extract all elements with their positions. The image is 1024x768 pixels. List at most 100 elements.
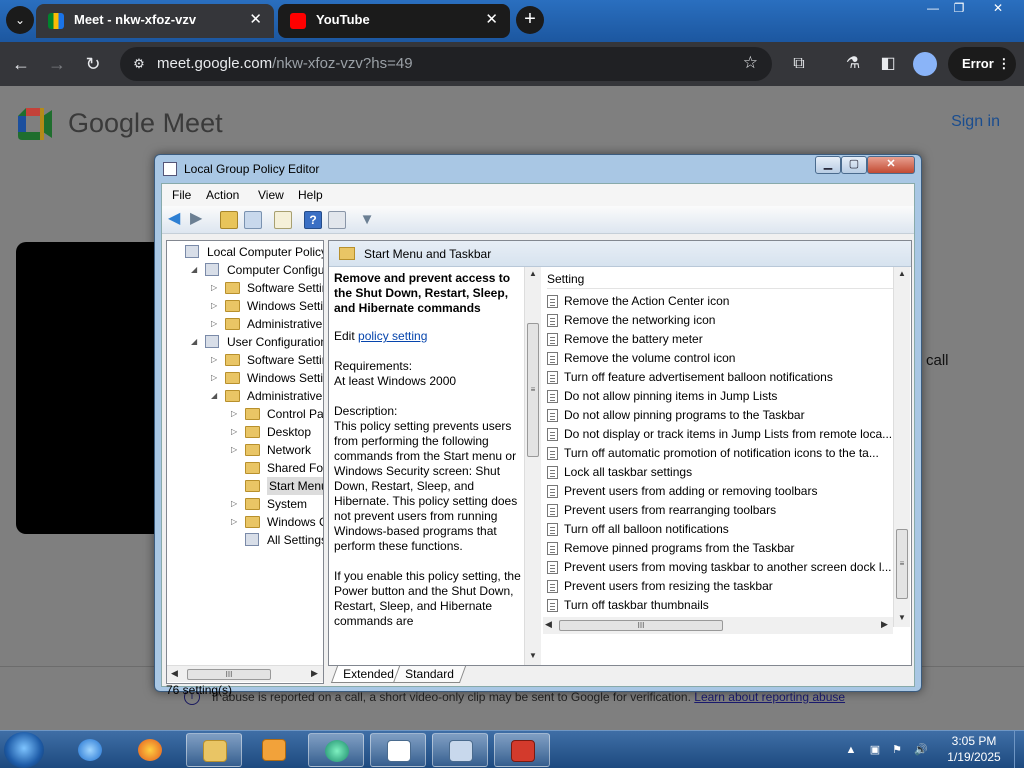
setting-row[interactable]: Lock all taskbar settings <box>547 463 893 482</box>
expand-arrow-icon[interactable]: ▷ <box>211 279 221 297</box>
expand-arrow-icon[interactable]: ▷ <box>231 423 241 441</box>
scroll-up-arrow-icon[interactable]: ▲ <box>529 269 537 278</box>
expand-arrow-icon[interactable]: ▷ <box>231 495 241 513</box>
scroll-right-arrow-icon[interactable]: ▶ <box>311 668 318 679</box>
expand-arrow-icon[interactable]: ▷ <box>231 405 241 423</box>
setting-row[interactable]: Remove the Action Center icon <box>547 292 893 311</box>
setting-row[interactable]: Prevent users from moving taskbar to ano… <box>547 558 893 577</box>
maximize-button[interactable]: ▢ <box>841 156 867 174</box>
start-button-windows-icon[interactable] <box>4 732 44 768</box>
network-tray-icon[interactable]: ▣ <box>868 743 882 757</box>
reload-icon[interactable]: ↻ <box>80 51 106 77</box>
setting-row[interactable]: Turn off feature advertisement balloon n… <box>547 368 893 387</box>
back-arrow-icon[interactable]: ← <box>8 51 34 77</box>
setting-row[interactable]: Do not allow pinning items in Jump Lists <box>547 387 893 406</box>
scroll-down-arrow-icon[interactable]: ▼ <box>529 651 537 660</box>
taskbar-media-player[interactable] <box>246 733 302 767</box>
setting-row[interactable]: Prevent users from adding or removing to… <box>547 482 893 501</box>
taskbar-clock[interactable]: 3:05 PM 1/19/2025 <box>936 733 1012 765</box>
menu-action[interactable]: Action <box>206 188 239 202</box>
taskbar-chrome-like-app[interactable] <box>308 733 364 767</box>
description-vertical-scrollbar[interactable]: ▲ ≡ ▼ <box>524 267 541 665</box>
export-list-icon[interactable] <box>274 211 292 229</box>
expand-arrow-icon[interactable]: ▷ <box>211 315 221 333</box>
error-menu-button[interactable]: Error ⋮ <box>948 47 1016 81</box>
close-button[interactable]: ✕ <box>867 156 915 174</box>
setting-row[interactable]: Do not allow pinning programs to the Tas… <box>547 406 893 425</box>
tab-search-chevron-icon[interactable]: ⌄ <box>6 6 34 34</box>
new-tab-button[interactable]: + <box>516 6 544 34</box>
setting-row[interactable]: Remove pinned programs from the Taskbar <box>547 539 893 558</box>
taskbar-toolbox[interactable] <box>494 733 550 767</box>
setting-column-header[interactable]: Setting <box>547 269 895 289</box>
close-tab-icon[interactable]: ✕ <box>485 4 498 36</box>
sign-in-link[interactable]: Sign in <box>951 113 1000 131</box>
minimize-button[interactable]: ▁ <box>815 156 841 174</box>
edit-policy-setting-link[interactable]: policy setting <box>358 329 427 343</box>
scroll-thumb[interactable]: ≡ <box>896 529 908 599</box>
bookmark-star-icon[interactable]: ☆ <box>743 53 758 73</box>
setting-row[interactable]: Prevent users from rearranging toolbars <box>547 501 893 520</box>
menu-view[interactable]: View <box>258 188 284 202</box>
expand-arrow-icon[interactable]: ▷ <box>231 441 241 459</box>
setting-row[interactable]: Turn off taskbar thumbnails <box>547 596 893 615</box>
expand-arrow-icon[interactable]: ▷ <box>211 369 221 387</box>
menu-help[interactable]: Help <box>298 188 323 202</box>
restore-window-button[interactable]: ❐ <box>942 0 976 18</box>
taskbar-firefox[interactable] <box>122 733 178 767</box>
labs-flask-icon[interactable]: ⚗ <box>841 52 865 76</box>
expand-arrow-icon[interactable]: ◢ <box>191 333 201 351</box>
setting-row[interactable]: Turn off all balloon notifications <box>547 520 893 539</box>
scroll-thumb[interactable]: III <box>187 669 271 680</box>
properties-icon[interactable] <box>328 211 346 229</box>
taskbar-group-policy-editor[interactable] <box>432 733 488 767</box>
settings-horizontal-scrollbar[interactable]: ◀ III ▶ <box>543 617 893 634</box>
setting-row[interactable]: Prevent users from resizing the taskbar <box>547 577 893 596</box>
up-folder-icon[interactable] <box>220 211 238 229</box>
expand-arrow-icon[interactable]: ▷ <box>211 351 221 369</box>
menu-file[interactable]: File <box>172 188 191 202</box>
close-tab-icon[interactable]: ✕ <box>249 4 262 36</box>
setting-row[interactable]: Remove the battery meter <box>547 330 893 349</box>
scroll-up-arrow-icon[interactable]: ▲ <box>898 269 906 278</box>
expand-arrow-icon[interactable]: ▷ <box>211 297 221 315</box>
scroll-left-arrow-icon[interactable]: ◀ <box>171 668 178 679</box>
setting-row[interactable]: Remove the volume control icon <box>547 349 893 368</box>
url-text[interactable]: meet.google.com/nkw-xfoz-vzv?hs=49 <box>157 55 413 72</box>
setting-row[interactable]: Remove the networking icon <box>547 311 893 330</box>
tab-meet[interactable]: Meet - nkw-xfoz-vzv ✕ <box>36 4 274 38</box>
scroll-thumb[interactable]: III <box>559 620 723 631</box>
expand-arrow-icon[interactable]: ◢ <box>191 261 201 279</box>
scroll-left-arrow-icon[interactable]: ◀ <box>545 619 552 630</box>
window-titlebar[interactable]: Local Group Policy Editor ▁ ▢ ✕ <box>155 155 921 183</box>
taskbar-file-explorer[interactable] <box>186 733 242 767</box>
show-hidden-icons-chevron-icon[interactable]: ▲ <box>844 743 858 757</box>
show-hide-tree-icon[interactable] <box>244 211 262 229</box>
scroll-thumb[interactable]: ≡ <box>527 323 539 457</box>
forward-arrow-icon[interactable]: ▶ <box>190 211 208 229</box>
setting-row[interactable]: Turn off automatic promotion of notifica… <box>547 444 893 463</box>
tree-horizontal-scrollbar[interactable]: ◀ III ▶ <box>167 665 323 682</box>
expand-arrow-icon[interactable]: ◢ <box>211 387 221 405</box>
show-desktop-button[interactable] <box>1014 731 1024 768</box>
action-center-flag-icon[interactable]: ⚑ <box>890 743 904 757</box>
scroll-down-arrow-icon[interactable]: ▼ <box>898 613 906 622</box>
address-bar[interactable]: ⚙ meet.google.com/nkw-xfoz-vzv?hs=49 ☆ <box>120 47 772 81</box>
forward-arrow-icon[interactable]: → <box>44 51 70 77</box>
site-info-icon[interactable]: ⚙ <box>130 55 148 73</box>
filter-icon[interactable]: ▼ <box>358 211 376 229</box>
back-arrow-icon[interactable]: ◀ <box>168 211 186 229</box>
side-panel-icon[interactable]: ◧ <box>876 52 900 76</box>
setting-row[interactable]: Do not display or track items in Jump Li… <box>547 425 893 444</box>
help-icon[interactable]: ? <box>304 211 322 229</box>
extensions-puzzle-icon[interactable]: ⧉ <box>787 52 811 76</box>
expand-arrow-icon[interactable]: ▷ <box>231 513 241 531</box>
profile-avatar-icon[interactable] <box>913 52 937 76</box>
taskbar-internet-explorer[interactable] <box>62 733 118 767</box>
tab-standard[interactable]: Standard <box>392 666 466 683</box>
close-window-button[interactable]: ✕ <box>978 0 1018 18</box>
taskbar-notepad[interactable] <box>370 733 426 767</box>
scroll-right-arrow-icon[interactable]: ▶ <box>881 619 888 630</box>
volume-speaker-icon[interactable]: 🔊 <box>914 743 928 757</box>
settings-vertical-scrollbar[interactable]: ▲ ≡ ▼ <box>893 267 910 627</box>
